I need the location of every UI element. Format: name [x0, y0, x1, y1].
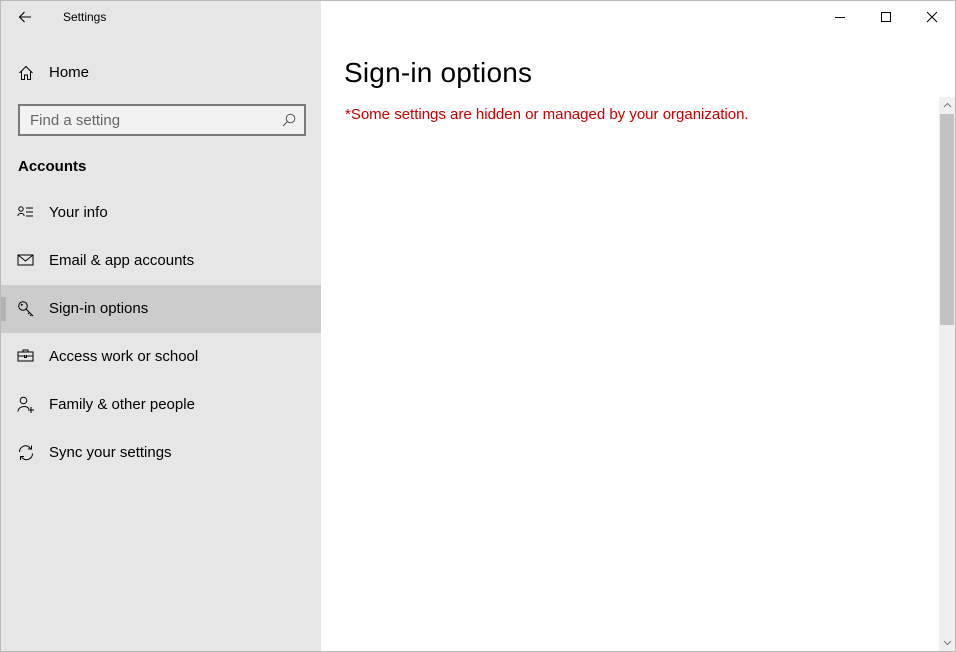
search-input[interactable]	[20, 106, 280, 134]
add-person-icon	[17, 396, 35, 414]
nav-home-label: Home	[49, 64, 90, 81]
search-icon[interactable]	[282, 113, 296, 132]
contact-card-icon	[17, 204, 35, 222]
settings-window: Settings Home Accounts	[0, 0, 956, 652]
section-heading: Accounts	[18, 158, 87, 175]
key-icon	[17, 300, 35, 318]
mail-icon	[17, 252, 35, 270]
sidebar-item-sync-your-settings[interactable]: Sync your settings	[1, 429, 321, 477]
sidebar-item-access-work-or-school[interactable]: Access work or school	[1, 333, 321, 381]
page-title: Sign-in options	[344, 57, 533, 88]
managed-by-organization-notice: *Some settings are hidden or managed by …	[345, 106, 749, 123]
close-icon	[926, 11, 938, 23]
maximize-button[interactable]	[863, 1, 909, 33]
scroll-thumb[interactable]	[940, 114, 954, 325]
sidebar-item-label: Family & other people	[49, 396, 195, 413]
sidebar-item-label: Access work or school	[49, 348, 199, 365]
back-arrow-icon	[18, 11, 31, 23]
sidebar-item-label: Sign-in options	[49, 300, 149, 317]
briefcase-icon	[17, 348, 35, 366]
close-button[interactable]	[909, 1, 955, 33]
nav-home[interactable]: Home	[1, 53, 321, 93]
home-icon	[18, 65, 34, 86]
main-content: Sign-in options *Some settings are hidde…	[321, 1, 955, 651]
sidebar-item-label: Email & app accounts	[49, 252, 195, 269]
minimize-button[interactable]	[817, 1, 863, 33]
chevron-up-icon	[943, 102, 951, 108]
sync-icon	[17, 444, 35, 462]
scroll-down-button[interactable]	[939, 635, 955, 651]
minimize-icon	[835, 17, 845, 18]
back-button[interactable]	[11, 5, 39, 29]
sidebar-item-your-info[interactable]: Your info	[1, 189, 321, 237]
sidebar-item-email-app-accounts[interactable]: Email & app accounts	[1, 237, 321, 285]
search-box[interactable]	[18, 104, 306, 136]
maximize-icon	[881, 12, 891, 22]
app-title: Settings	[63, 10, 107, 24]
sidebar: Settings Home Accounts	[1, 1, 321, 651]
chevron-down-icon	[943, 640, 951, 646]
sidebar-item-label: Your info	[49, 204, 108, 221]
window-controls	[817, 1, 955, 33]
sidebar-item-label: Sync your settings	[49, 444, 172, 461]
sidebar-item-family-other-people[interactable]: Family & other people	[1, 381, 321, 429]
vertical-scrollbar[interactable]	[939, 97, 955, 651]
scroll-up-button[interactable]	[939, 97, 955, 113]
sidebar-item-sign-in-options[interactable]: Sign-in options	[1, 285, 321, 333]
